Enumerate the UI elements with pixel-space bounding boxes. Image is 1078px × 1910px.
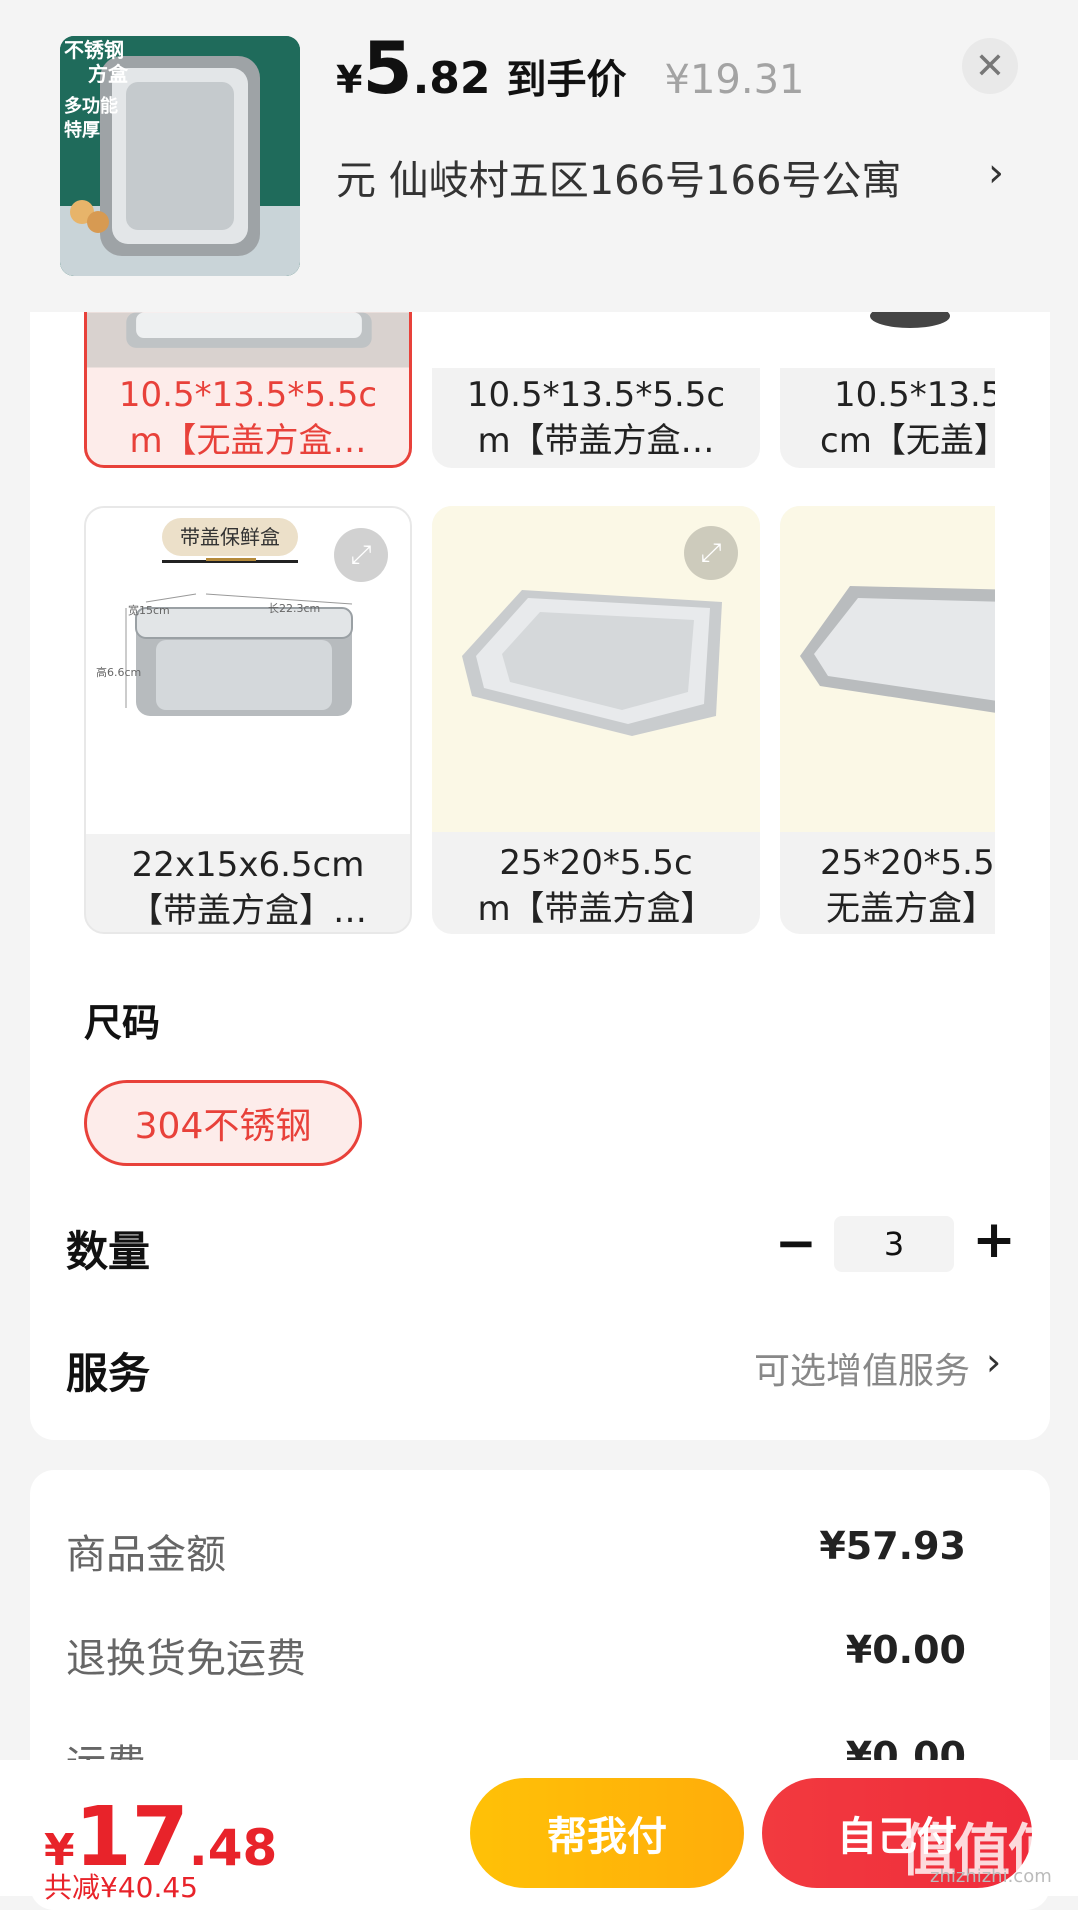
sku-option-label: m【带盖方盒】 bbox=[477, 889, 715, 929]
expand-image-button[interactable]: ⤢ bbox=[684, 526, 738, 580]
thumbnail-text-4: 特厚 bbox=[64, 120, 100, 141]
price-integer: 5 bbox=[362, 26, 413, 110]
service-label: 服务 bbox=[66, 1349, 151, 1398]
total-discount: 共减¥40.45 bbox=[44, 1871, 198, 1904]
sku-badge: 带盖保鲜盒 bbox=[162, 518, 298, 556]
sku-option-card[interactable]: 10.5*13.5*5.5c m【带盖方盒… bbox=[432, 312, 760, 468]
sku-option-card[interactable]: 10.5*13.5*5.5c m【无盖方盒… bbox=[84, 312, 412, 468]
close-button[interactable]: ✕ bbox=[962, 38, 1018, 94]
sku-option-label: m【无盖方盒… bbox=[129, 421, 367, 461]
sku-option-label: 25*20*5.5c bbox=[820, 843, 995, 883]
sku-row-2: 带盖保鲜盒 宽15cm 长22.3cm 高6.6cm ⤢ 22x15x6.5cm… bbox=[80, 506, 995, 936]
chevron-right-icon[interactable]: › bbox=[986, 1340, 1001, 1384]
expand-image-button[interactable]: ⤢ bbox=[334, 528, 388, 582]
thumbnail-text-2: 方盒 bbox=[88, 62, 128, 86]
expand-icon: ⤢ bbox=[700, 537, 722, 568]
price-decimal: .82 bbox=[412, 53, 491, 104]
sku-row-1: 10.5*13.5*5.5c m【无盖方盒… 10.5*13.5*5.5c m【… bbox=[80, 312, 995, 472]
product-thumbnail[interactable]: 不锈钢 方盒 多功能 特厚 bbox=[60, 36, 300, 276]
watermark-url: zhizhizhi.com bbox=[930, 1866, 1052, 1887]
sku-option-image bbox=[780, 312, 995, 368]
sku-option-label: 25*20*5.5c bbox=[499, 843, 693, 883]
sku-option-label: 22x15x6.5cm bbox=[131, 845, 365, 885]
fee-value: ¥57.93 bbox=[819, 1524, 966, 1568]
size-section-title: 尺码 bbox=[84, 1001, 161, 1045]
price-currency: ¥ bbox=[336, 58, 363, 102]
sku-option-label: 10.5*13.5* bbox=[834, 375, 995, 415]
fee-value: ¥0.00 bbox=[845, 1628, 966, 1672]
sku-option-card[interactable]: ⤢ 25*20*5.5c m【带盖方盒】 bbox=[432, 506, 760, 934]
quantity-increase-button[interactable]: + bbox=[972, 1210, 1016, 1270]
chevron-right-icon[interactable]: › bbox=[988, 150, 1004, 196]
fee-label: 商品金额 bbox=[66, 1532, 226, 1578]
sku-option-card[interactable]: 25*20*5.5c 无盖方盒】 bbox=[780, 506, 995, 934]
sku-option-label: m【带盖方盒… bbox=[477, 421, 715, 461]
dimension-length: 长22.3cm bbox=[268, 602, 321, 615]
sku-option-card[interactable]: 带盖保鲜盒 宽15cm 长22.3cm 高6.6cm ⤢ 22x15x6.5cm… bbox=[84, 506, 412, 934]
quantity-input[interactable]: 3 bbox=[834, 1216, 954, 1272]
sku-option-image bbox=[87, 312, 409, 368]
size-option-chip[interactable]: 304不锈钢 bbox=[84, 1080, 362, 1166]
thumbnail-text-1: 不锈钢 bbox=[64, 38, 124, 62]
help-me-pay-button[interactable]: 帮我付 bbox=[470, 1778, 744, 1888]
close-icon: ✕ bbox=[974, 45, 1006, 87]
thumbnail-text-3: 多功能 bbox=[64, 96, 118, 117]
sku-option-label: 10.5*13.5*5.5c bbox=[118, 375, 378, 415]
price-row: ¥ 5 .82 到手价 ¥19.31 bbox=[336, 26, 805, 110]
dimension-height: 高6.6cm bbox=[96, 666, 142, 679]
fee-label: 退换货免运费 bbox=[66, 1636, 306, 1682]
quantity-label: 数量 bbox=[66, 1227, 151, 1276]
sku-option-label: 无盖方盒】 bbox=[826, 889, 995, 929]
expand-icon: ⤢ bbox=[350, 539, 372, 570]
shipping-address[interactable]: 元 仙岐村五区166号166号公寓 bbox=[336, 148, 901, 206]
total-decimal: .48 bbox=[188, 1819, 278, 1877]
sku-option-label: 10.5*13.5*5.5c bbox=[466, 375, 726, 415]
sku-option-image bbox=[432, 312, 760, 368]
dimension-width: 宽15cm bbox=[128, 604, 170, 617]
sku-option-card[interactable]: 10.5*13.5* cm【无盖】 bbox=[780, 312, 995, 468]
original-price: ¥19.31 bbox=[664, 57, 805, 103]
sku-option-label: cm【无盖】 bbox=[820, 421, 995, 461]
sku-option-image bbox=[780, 506, 995, 832]
service-selector[interactable]: 可选增值服务 bbox=[754, 1342, 970, 1394]
quantity-decrease-button[interactable]: − bbox=[774, 1214, 818, 1272]
final-price-label: 到手价 bbox=[506, 57, 627, 103]
sku-option-label: 【带盖方盒】… bbox=[129, 891, 367, 931]
